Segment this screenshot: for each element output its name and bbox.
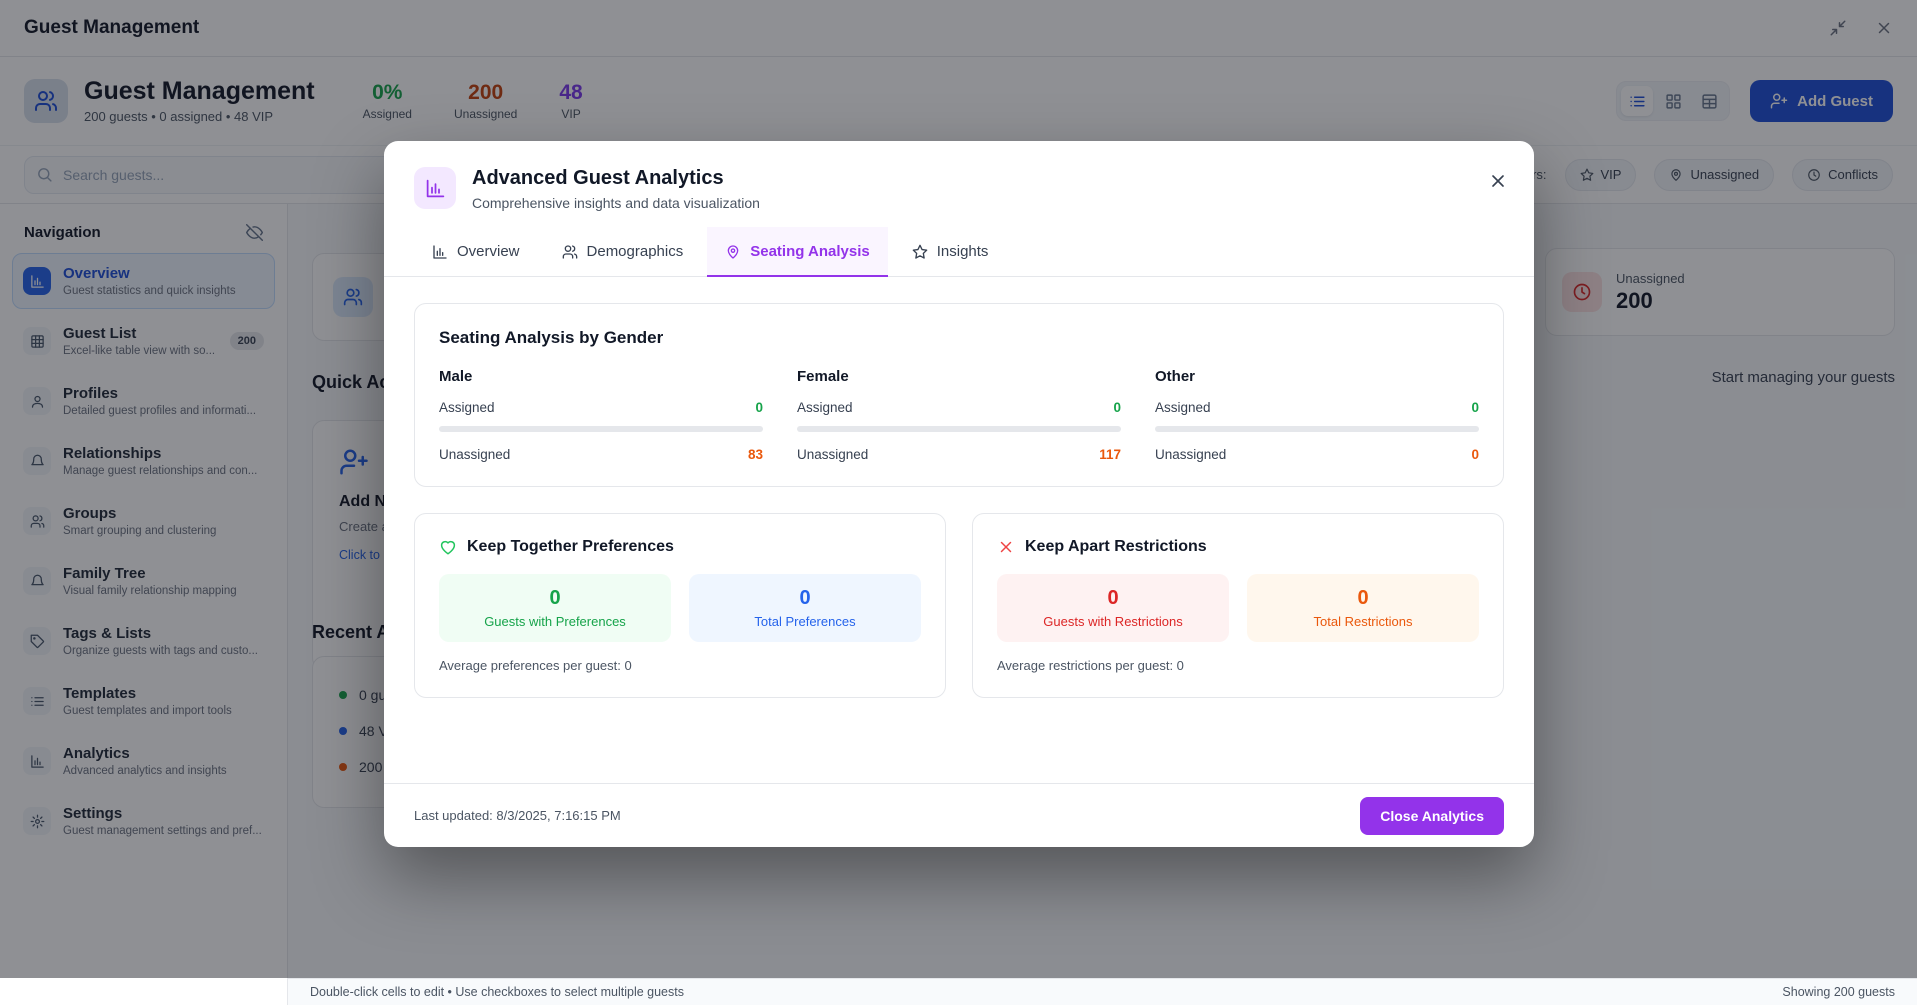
heart-icon xyxy=(439,538,457,556)
tab-overview[interactable]: Overview xyxy=(414,227,538,276)
modal-tabs: Overview Demographics Seating Analysis I… xyxy=(384,227,1534,277)
male-unassigned-value: 83 xyxy=(748,447,763,462)
female-assigned-progress xyxy=(797,426,1121,432)
total-restrictions-stat: 0 Total Restrictions xyxy=(1247,574,1479,642)
gender-column-other: Other Assigned0 Unassigned0 xyxy=(1155,368,1479,462)
gender-column-female: Female Assigned0 Unassigned117 xyxy=(797,368,1121,462)
keep-apart-title: Keep Apart Restrictions xyxy=(1025,538,1207,556)
analytics-chart-icon xyxy=(414,167,456,209)
bar-chart-icon xyxy=(432,244,448,260)
seating-analysis-heading: Seating Analysis by Gender xyxy=(439,328,1479,348)
average-restrictions-text: Average restrictions per guest: 0 xyxy=(997,658,1479,673)
keep-together-title: Keep Together Preferences xyxy=(467,538,674,556)
close-analytics-button[interactable]: Close Analytics xyxy=(1360,797,1504,835)
map-pin-icon xyxy=(725,244,741,260)
advanced-guest-analytics-modal: Advanced Guest Analytics Comprehensive i… xyxy=(384,141,1534,847)
close-modal-icon[interactable] xyxy=(1488,171,1508,191)
guest-management-app: Guest Management Guest Management 200 gu… xyxy=(0,0,1917,1005)
status-bar-count: Showing 200 guests xyxy=(1782,985,1895,999)
other-assigned-progress xyxy=(1155,426,1479,432)
total-preferences-stat: 0 Total Preferences xyxy=(689,574,921,642)
tab-seating-analysis[interactable]: Seating Analysis xyxy=(707,227,888,276)
status-bar-hint: Double-click cells to edit • Use checkbo… xyxy=(310,985,684,999)
keep-together-card: Keep Together Preferences 0 Guests with … xyxy=(414,513,946,698)
last-updated-text: Last updated: 8/3/2025, 7:16:15 PM xyxy=(414,808,621,823)
gender-column-male: Male Assigned0 Unassigned83 xyxy=(439,368,763,462)
other-unassigned-value: 0 xyxy=(1471,447,1479,462)
female-assigned-value: 0 xyxy=(1113,400,1121,415)
tab-insights[interactable]: Insights xyxy=(894,227,1007,276)
male-assigned-value: 0 xyxy=(755,400,763,415)
guests-with-restrictions-stat: 0 Guests with Restrictions xyxy=(997,574,1229,642)
other-assigned-value: 0 xyxy=(1471,400,1479,415)
keep-apart-card: Keep Apart Restrictions 0 Guests with Re… xyxy=(972,513,1504,698)
average-preferences-text: Average preferences per guest: 0 xyxy=(439,658,921,673)
female-unassigned-value: 117 xyxy=(1099,447,1121,462)
users-icon xyxy=(562,244,578,260)
status-bar: Double-click cells to edit • Use checkbo… xyxy=(288,978,1917,1005)
modal-subtitle: Comprehensive insights and data visualiz… xyxy=(472,195,760,211)
modal-title: Advanced Guest Analytics xyxy=(472,167,760,190)
tab-demographics[interactable]: Demographics xyxy=(544,227,702,276)
seating-analysis-card: Seating Analysis by Gender Male Assigned… xyxy=(414,303,1504,487)
male-assigned-progress xyxy=(439,426,763,432)
star-icon xyxy=(912,244,928,260)
x-icon xyxy=(997,538,1015,556)
guests-with-preferences-stat: 0 Guests with Preferences xyxy=(439,574,671,642)
